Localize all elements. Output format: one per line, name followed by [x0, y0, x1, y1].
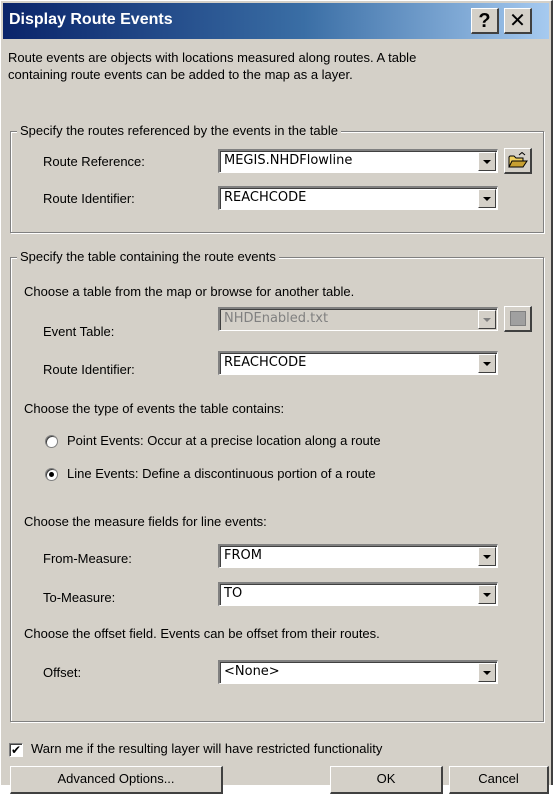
ok-button[interactable]: OK	[330, 766, 443, 794]
dialog-window: Display Route Events ? ✕ Route events ar…	[0, 0, 553, 794]
point-events-radio[interactable]	[45, 435, 58, 448]
title-bar[interactable]: Display Route Events ? ✕	[3, 3, 549, 39]
offset-label: Offset:	[43, 665, 82, 680]
offset-text: Choose the offset field. Events can be o…	[24, 626, 380, 641]
point-events-label[interactable]: Point Events: Occur at a precise locatio…	[67, 433, 381, 448]
open-folder-icon	[508, 152, 528, 168]
from-measure-value: FROM	[224, 548, 262, 563]
event-table-value: NHDEnabled.txt	[224, 311, 329, 326]
to-measure-value: TO	[224, 586, 243, 601]
choose-table-text: Choose a table from the map or browse fo…	[24, 284, 355, 299]
routes-group-legend: Specify the routes referenced by the eve…	[17, 123, 341, 138]
offset-dropdown[interactable]: <None>	[218, 660, 498, 684]
browse-routes-button[interactable]	[504, 148, 532, 174]
close-button[interactable]: ✕	[504, 8, 532, 34]
event-type-text: Choose the type of events the table cont…	[24, 401, 285, 416]
description-line-2: containing route events can be added to …	[8, 67, 353, 82]
route-reference-value: MEGIS.NHDFlowline	[224, 153, 353, 168]
advanced-options-button[interactable]: Advanced Options...	[10, 766, 223, 794]
route-identifier-dropdown[interactable]: REACHCODE	[218, 186, 498, 210]
warn-checkbox-label[interactable]: Warn me if the resulting layer will have…	[31, 741, 382, 756]
line-events-radio[interactable]	[45, 468, 58, 481]
route-identifier-value: REACHCODE	[224, 190, 307, 205]
table-route-identifier-dropdown[interactable]: REACHCODE	[218, 351, 498, 375]
description-line-1: Route events are objects with locations …	[8, 50, 417, 65]
to-measure-label: To-Measure:	[43, 590, 116, 605]
dialog-title: Display Route Events	[9, 11, 173, 28]
browse-table-button[interactable]	[504, 306, 532, 332]
routes-group: Specify the routes referenced by the eve…	[10, 123, 544, 233]
from-measure-dropdown[interactable]: FROM	[218, 544, 498, 568]
chevron-down-icon[interactable]	[478, 310, 496, 329]
table-route-identifier-label: Route Identifier:	[43, 362, 135, 377]
chevron-down-icon[interactable]	[478, 585, 496, 604]
route-reference-label: Route Reference:	[43, 154, 145, 169]
chevron-down-icon[interactable]	[478, 663, 496, 682]
route-identifier-label: Route Identifier:	[43, 191, 135, 206]
chevron-down-icon[interactable]	[478, 547, 496, 566]
table-group-legend: Specify the table containing the route e…	[17, 249, 279, 264]
warn-checkbox[interactable]: ✔	[9, 743, 23, 757]
chevron-down-icon[interactable]	[478, 354, 496, 373]
event-table-dropdown[interactable]: NHDEnabled.txt	[218, 307, 498, 331]
measure-fields-text: Choose the measure fields for line event…	[24, 514, 267, 529]
to-measure-dropdown[interactable]: TO	[218, 582, 498, 606]
help-button[interactable]: ?	[471, 8, 499, 34]
cancel-button[interactable]: Cancel	[449, 766, 549, 794]
event-table-label: Event Table:	[43, 324, 115, 339]
offset-value: <None>	[224, 664, 280, 679]
chevron-down-icon[interactable]	[478, 152, 496, 171]
chevron-down-icon[interactable]	[478, 189, 496, 208]
browse-icon-disabled	[510, 311, 526, 326]
line-events-label[interactable]: Line Events: Define a discontinuous port…	[67, 466, 376, 481]
table-route-identifier-value: REACHCODE	[224, 355, 307, 370]
route-reference-dropdown[interactable]: MEGIS.NHDFlowline	[218, 149, 498, 173]
from-measure-label: From-Measure:	[43, 551, 132, 566]
